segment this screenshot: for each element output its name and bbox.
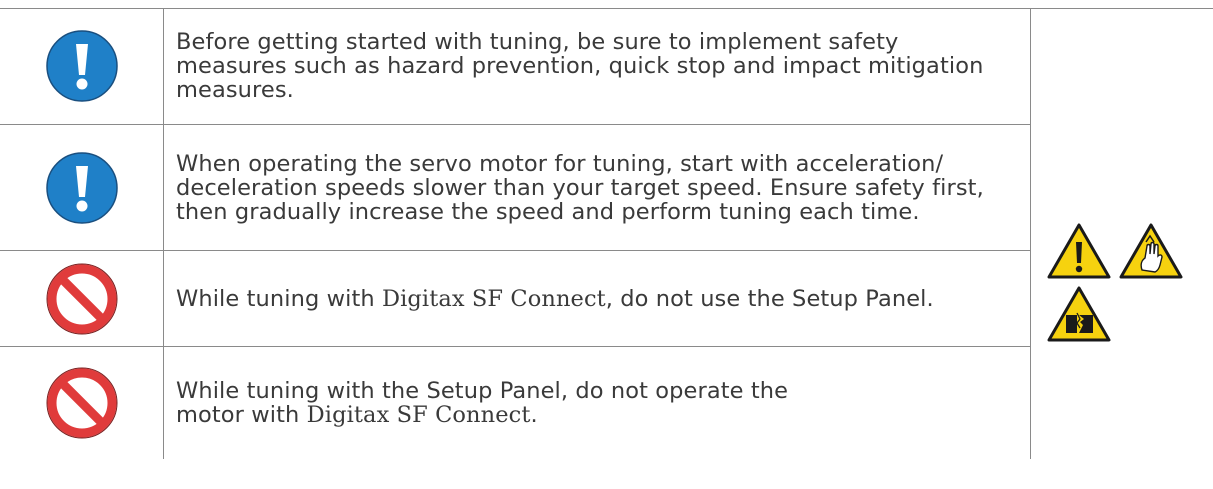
mandatory-action-icon (0, 8, 163, 124)
impact-hazard-icon (1047, 286, 1111, 342)
safety-instruction-text: When operating the servo motor for tunin… (176, 150, 984, 225)
safety-instruction-text: While tuning with Digitax SF Connect, do… (176, 285, 934, 312)
table-row: While tuning with Digitax SF Connect, do… (0, 251, 1030, 346)
mandatory-action-icon (0, 125, 163, 250)
hazard-symbols (1040, 222, 1213, 382)
table-row: Before getting started with tuning, be s… (0, 8, 1030, 124)
table-row: While tuning with the Setup Panel, do no… (0, 347, 1030, 459)
safety-instruction-text: While tuning with the Setup Panel, do no… (176, 378, 789, 428)
prohibition-icon (0, 347, 163, 459)
hazard-column-divider (1030, 8, 1031, 459)
product-name: Digitax SF Connect (306, 402, 531, 428)
safety-instruction-text: Before getting started with tuning, be s… (176, 29, 984, 103)
prohibition-icon (0, 251, 163, 346)
general-warning-icon (1047, 223, 1111, 279)
pinch-hazard-icon (1119, 223, 1183, 279)
product-name: Digitax SF Connect (381, 285, 606, 312)
table-row: When operating the servo motor for tunin… (0, 125, 1030, 250)
